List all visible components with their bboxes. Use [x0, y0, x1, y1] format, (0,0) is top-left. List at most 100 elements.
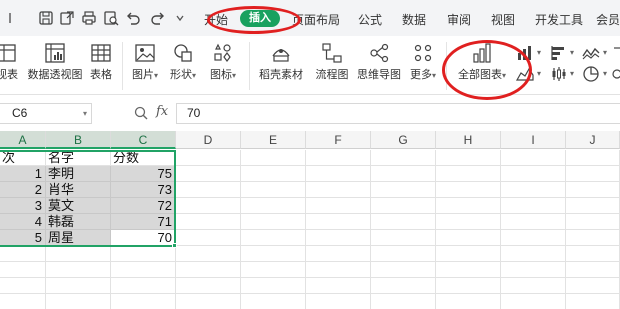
- table-cell[interactable]: 莫文: [46, 198, 111, 214]
- empty-cell[interactable]: [111, 294, 176, 309]
- empty-cell[interactable]: [241, 230, 306, 246]
- table-cell[interactable]: 2: [0, 182, 46, 198]
- empty-cell[interactable]: [241, 278, 306, 294]
- tab-review[interactable]: 审阅: [447, 11, 471, 28]
- empty-cell[interactable]: [176, 262, 241, 278]
- empty-cell[interactable]: [306, 198, 371, 214]
- table-cell[interactable]: 4: [0, 214, 46, 230]
- empty-cell[interactable]: [371, 214, 436, 230]
- bar-chart-horizontal-icon[interactable]: [550, 44, 568, 62]
- empty-cell[interactable]: [501, 150, 566, 166]
- empty-cell[interactable]: [46, 246, 111, 262]
- redo-icon[interactable]: [150, 10, 166, 26]
- empty-cell[interactable]: [501, 294, 566, 309]
- empty-cell[interactable]: [306, 230, 371, 246]
- table-cell[interactable]: 72: [111, 198, 176, 214]
- column-header-b[interactable]: B: [46, 131, 111, 149]
- empty-cell[interactable]: [176, 198, 241, 214]
- empty-cell[interactable]: [241, 182, 306, 198]
- flowchart-button[interactable]: 流程图: [312, 36, 352, 95]
- empty-cell[interactable]: [436, 182, 501, 198]
- empty-cell[interactable]: [436, 246, 501, 262]
- line-chart-icon[interactable]: [582, 44, 600, 62]
- empty-cell[interactable]: [436, 262, 501, 278]
- mindmap-button[interactable]: 思维导图: [356, 36, 402, 95]
- column-header-j[interactable]: J: [566, 131, 620, 149]
- empty-cell[interactable]: [501, 182, 566, 198]
- active-cell[interactable]: 70: [111, 230, 176, 246]
- empty-cell[interactable]: [436, 150, 501, 166]
- empty-cell[interactable]: [501, 262, 566, 278]
- menu-edge-icon[interactable]: [2, 10, 11, 26]
- column-chart-icon[interactable]: [516, 44, 534, 62]
- empty-cell[interactable]: [566, 166, 620, 182]
- pivot-chart-button[interactable]: 数据透视图: [27, 36, 83, 95]
- column-header-i[interactable]: I: [501, 131, 566, 149]
- area-chart-icon[interactable]: [516, 65, 534, 83]
- tab-formulas[interactable]: 公式: [358, 11, 382, 28]
- table-cell[interactable]: 71: [111, 214, 176, 230]
- empty-cell[interactable]: [111, 278, 176, 294]
- empty-cell[interactable]: [566, 230, 620, 246]
- column-header-g[interactable]: G: [371, 131, 436, 149]
- icons-button[interactable]: 图标▾: [205, 36, 241, 95]
- save-icon[interactable]: [38, 10, 54, 26]
- column-header-e[interactable]: E: [241, 131, 306, 149]
- stock-chart-dropdown-icon[interactable]: ▾: [570, 69, 578, 87]
- formula-input[interactable]: 70: [176, 103, 620, 124]
- empty-cell[interactable]: [241, 294, 306, 309]
- print-icon[interactable]: [81, 10, 97, 26]
- table-cell[interactable]: 5: [0, 230, 46, 246]
- header-cell-score[interactable]: 分数: [111, 150, 176, 166]
- line-chart-dropdown-icon[interactable]: ▾: [603, 48, 611, 66]
- column-header-d[interactable]: D: [176, 131, 241, 149]
- preview-icon[interactable]: [103, 10, 119, 26]
- picture-button[interactable]: 图片▾: [128, 36, 162, 95]
- empty-cell[interactable]: [0, 294, 46, 309]
- column-header-a[interactable]: A: [0, 131, 46, 149]
- table-cell[interactable]: 肖华: [46, 182, 111, 198]
- empty-cell[interactable]: [501, 198, 566, 214]
- tab-developer[interactable]: 开发工具: [535, 11, 583, 28]
- bar-chart-dropdown-icon[interactable]: ▾: [570, 48, 578, 66]
- empty-cell[interactable]: [371, 182, 436, 198]
- tab-insert[interactable]: 插入: [240, 10, 280, 27]
- tab-data[interactable]: 数据: [402, 11, 426, 28]
- undo-icon[interactable]: [125, 10, 141, 26]
- empty-cell[interactable]: [306, 294, 371, 309]
- empty-cell[interactable]: [0, 278, 46, 294]
- search-icon[interactable]: [134, 106, 148, 120]
- table-cell[interactable]: 韩磊: [46, 214, 111, 230]
- empty-cell[interactable]: [371, 262, 436, 278]
- empty-cell[interactable]: [111, 246, 176, 262]
- empty-cell[interactable]: [241, 262, 306, 278]
- empty-cell[interactable]: [176, 278, 241, 294]
- empty-cell[interactable]: [0, 262, 46, 278]
- empty-cell[interactable]: [176, 214, 241, 230]
- shapes-button[interactable]: 形状▾: [166, 36, 200, 95]
- header-cell-name[interactable]: 名字: [46, 150, 111, 166]
- empty-cell[interactable]: [436, 294, 501, 309]
- empty-cell[interactable]: [371, 246, 436, 262]
- empty-cell[interactable]: [176, 166, 241, 182]
- header-cell-rank[interactable]: 次: [0, 150, 46, 166]
- more-button[interactable]: 更多▾: [406, 36, 440, 95]
- column-header-f[interactable]: F: [306, 131, 371, 149]
- empty-cell[interactable]: [306, 150, 371, 166]
- tab-member[interactable]: 会员: [596, 11, 620, 28]
- empty-cell[interactable]: [566, 214, 620, 230]
- column-header-c[interactable]: C: [111, 131, 176, 149]
- all-charts-button[interactable]: 全部图表▾: [454, 36, 510, 95]
- empty-cell[interactable]: [306, 182, 371, 198]
- empty-cell[interactable]: [176, 182, 241, 198]
- empty-cell[interactable]: [306, 278, 371, 294]
- empty-cell[interactable]: [501, 166, 566, 182]
- table-cell[interactable]: 1: [0, 166, 46, 182]
- empty-cell[interactable]: [436, 278, 501, 294]
- empty-cell[interactable]: [241, 198, 306, 214]
- empty-cell[interactable]: [501, 214, 566, 230]
- empty-cell[interactable]: [176, 230, 241, 246]
- empty-cell[interactable]: [176, 294, 241, 309]
- empty-cell[interactable]: [436, 166, 501, 182]
- pivot-table-button[interactable]: 视表: [0, 36, 22, 95]
